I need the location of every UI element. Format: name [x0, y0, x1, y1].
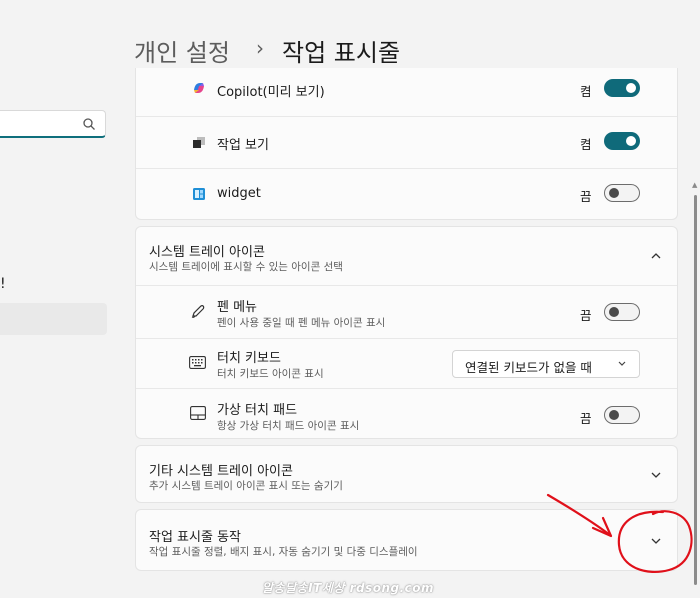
taskbar-behaviors-title: 작업 표시줄 동작	[149, 530, 241, 545]
chevron-down-icon	[618, 361, 626, 366]
breadcrumb-parent[interactable]: 개인 설정	[134, 33, 230, 68]
touch-keyboard-dropdown-value: 연결된 키보드가 없을 때	[465, 360, 592, 375]
system-tray-card: 시스템 트레이 아이콘 시스템 트레이에 표시할 수 있는 아이콘 선택 펜 메…	[135, 226, 678, 439]
task-view-state: 켬	[580, 137, 592, 152]
chevron-up-icon[interactable]	[649, 249, 663, 263]
other-tray-title: 기타 시스템 트레이 아이콘	[149, 464, 293, 479]
keyboard-icon	[189, 356, 206, 369]
page-title: 작업 표시줄	[282, 39, 401, 67]
virtual-touchpad-subtitle: 항상 가상 터치 패드 아이콘 표시	[217, 420, 360, 432]
copilot-toggle[interactable]	[604, 79, 640, 97]
task-view-label: 작업 보기	[217, 138, 269, 153]
tray-item-touch-keyboard: 터치 키보드 터치 키보드 아이콘 표시 연결된 키보드가 없을 때	[136, 338, 677, 388]
virtual-touchpad-label: 가상 터치 패드	[217, 403, 298, 418]
taskbar-items-card: Copilot(미리 보기) 켬 작업 보기 켬 widget 끔	[135, 68, 678, 220]
red-annotation-arrow-circle	[546, 493, 693, 574]
pen-icon	[191, 305, 205, 318]
system-tray-header[interactable]: 시스템 트레이 아이콘 시스템 트레이에 표시할 수 있는 아이콘 선택	[136, 227, 677, 285]
widget-icon	[193, 188, 205, 200]
breadcrumb-separator: ›	[256, 36, 264, 60]
touch-keyboard-dropdown[interactable]: 연결된 키보드가 없을 때	[452, 350, 640, 378]
widget-label: widget	[217, 186, 261, 201]
task-view-toggle[interactable]	[604, 132, 640, 150]
nav-item-fragment[interactable]: !	[0, 276, 6, 292]
touchpad-icon	[190, 406, 206, 420]
chevron-down-icon[interactable]	[649, 468, 663, 482]
tray-item-virtual-touchpad: 가상 터치 패드 항상 가상 터치 패드 아이콘 표시 끔	[136, 388, 677, 439]
nav-item-personalization-selected[interactable]	[0, 303, 107, 335]
taskbar-item-widget: widget 끔	[136, 168, 677, 219]
virtual-touchpad-state: 끔	[580, 411, 592, 426]
scroll-up-arrow-icon[interactable]: ▲	[692, 181, 697, 189]
copilot-label: Copilot(미리 보기)	[217, 85, 325, 100]
system-tray-title: 시스템 트레이 아이콘	[149, 245, 265, 260]
taskbar-item-task-view: 작업 보기 켬	[136, 116, 677, 168]
copilot-state: 켬	[580, 84, 592, 99]
pen-menu-subtitle: 펜이 사용 중일 때 펜 메뉴 아이콘 표시	[217, 317, 386, 329]
tray-item-pen-menu: 펜 메뉴 펜이 사용 중일 때 펜 메뉴 아이콘 표시 끔	[136, 285, 677, 338]
task-view-icon	[193, 137, 205, 148]
taskbar-item-copilot: Copilot(미리 보기) 켬	[136, 68, 677, 116]
widget-toggle[interactable]	[604, 184, 640, 202]
widget-state: 끔	[580, 189, 592, 204]
search-input[interactable]	[4, 111, 84, 135]
search-icon	[83, 118, 95, 130]
pen-menu-state: 끔	[580, 308, 592, 323]
watermark: 알송달송IT세상 rdsong.com	[262, 581, 435, 595]
touch-keyboard-label: 터치 키보드	[217, 351, 281, 366]
system-tray-subtitle: 시스템 트레이에 표시할 수 있는 아이콘 선택	[149, 261, 343, 273]
touch-keyboard-subtitle: 터치 키보드 아이콘 표시	[217, 368, 324, 380]
virtual-touchpad-toggle[interactable]	[604, 406, 640, 424]
copilot-icon	[194, 83, 204, 93]
pen-menu-toggle[interactable]	[604, 303, 640, 321]
other-tray-subtitle: 추가 시스템 트레이 아이콘 표시 또는 숨기기	[149, 480, 343, 492]
taskbar-behaviors-subtitle: 작업 표시줄 정렬, 배지 표시, 자동 숨기기 및 다중 디스플레이	[149, 546, 418, 558]
search-box[interactable]	[0, 110, 106, 138]
pen-menu-label: 펜 메뉴	[217, 300, 258, 315]
